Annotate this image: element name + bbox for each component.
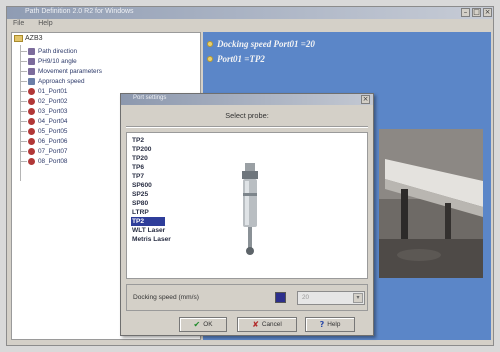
probe-item-tp2[interactable]: TP2	[131, 136, 165, 145]
viewport-speed-text: Docking speed Port01 =20	[217, 39, 315, 49]
title-bar: Path Definition 2.0 R2 for Windows – □ ×	[7, 7, 493, 19]
menu-file[interactable]: File	[7, 19, 30, 28]
color-swatch-button[interactable]	[275, 292, 286, 303]
port-icon	[28, 138, 35, 145]
tree-item-label: 03_Port03	[38, 108, 68, 115]
settings-icon	[28, 68, 35, 75]
tree-item-label: PH9/10 angle	[38, 58, 77, 65]
menu-bar: File Help	[7, 19, 493, 30]
pin-icon	[28, 78, 35, 85]
cancel-button-label: Cancel	[261, 321, 282, 328]
probe-item-wlt-laser[interactable]: WLT Laser	[131, 226, 191, 235]
tree-item-label: Movement parameters	[38, 68, 102, 75]
ok-button-label: OK	[203, 321, 213, 328]
menu-help[interactable]: Help	[32, 19, 58, 28]
settings-icon	[28, 48, 35, 55]
probe-preview-image	[242, 163, 258, 255]
port-icon	[28, 88, 35, 95]
folder-icon	[14, 35, 23, 42]
probe-item-tp200[interactable]: TP200	[131, 145, 165, 154]
probe-item-ltrp[interactable]: LTRP	[131, 208, 165, 217]
port-settings-dialog: Port settings × Select probe: TP2 TP200 …	[120, 93, 374, 336]
tree-item-approach-speed[interactable]: Approach speed	[20, 77, 85, 86]
port-icon	[28, 128, 35, 135]
help-button-label: Help	[327, 321, 341, 328]
viewport-info-speed: Docking speed Port01 =20	[207, 39, 315, 49]
ok-button[interactable]: ✔ OK	[179, 317, 227, 332]
tree-item-movement-parameters[interactable]: Movement parameters	[20, 67, 102, 76]
chevron-down-icon[interactable]: ▾	[353, 293, 363, 303]
tree-item-label: 01_Port01	[38, 88, 68, 95]
bullet-icon	[207, 56, 213, 62]
probe-item-selected[interactable]: TP2	[131, 217, 165, 226]
tree-item-label: 02_Port02	[38, 98, 68, 105]
close-button[interactable]: ×	[483, 8, 492, 17]
checkmark-icon: ✔	[193, 320, 201, 329]
tree-item-port02[interactable]: 02_Port02	[20, 97, 68, 106]
dialog-title: Port settings	[133, 95, 167, 101]
tree-item-label: Path direction	[38, 48, 78, 55]
viewport-probe-text: Port01 =TP2	[217, 54, 265, 64]
tree-root[interactable]: AZB3	[14, 35, 43, 42]
dialog-close-button[interactable]: ×	[361, 95, 370, 104]
select-probe-heading: Select probe:	[225, 111, 269, 120]
probe-item-tp6[interactable]: TP6	[131, 163, 165, 172]
settings-icon	[28, 58, 35, 65]
bullet-icon	[207, 41, 213, 47]
port-icon	[28, 98, 35, 105]
tree-item-label: 08_Port08	[38, 158, 68, 165]
probe-list[interactable]: TP2 TP200 TP20 TP6 TP7 SP600 SP25 SP80 L…	[126, 132, 368, 279]
tree-item-label: 06_Port06	[38, 138, 68, 145]
maximize-button[interactable]: □	[472, 8, 481, 17]
tree-root-label: AZB3	[25, 35, 43, 42]
probe-item-tp7[interactable]: TP7	[131, 172, 165, 181]
tree-item-port03[interactable]: 03_Port03	[20, 107, 68, 116]
tree-item-path-direction[interactable]: Path direction	[20, 47, 77, 56]
tree-item-label: 07_Port07	[38, 148, 68, 155]
minimize-button[interactable]: –	[461, 8, 470, 17]
docking-speed-combo[interactable]: 20 ▾	[297, 291, 365, 305]
tree-item-ph9-angle[interactable]: PH9/10 angle	[20, 57, 77, 66]
cancel-button[interactable]: ✘ Cancel	[237, 317, 297, 332]
cross-icon: ✘	[252, 320, 259, 329]
tree-item-port01[interactable]: 01_Port01	[20, 87, 68, 96]
port-icon	[28, 118, 35, 125]
port-icon	[28, 158, 35, 165]
window-title: Path Definition 2.0 R2 for Windows	[25, 8, 134, 15]
dialog-title-bar: Port settings ×	[121, 94, 373, 105]
probe-item-sp80[interactable]: SP80	[131, 199, 165, 208]
tree-item-label: Approach speed	[38, 78, 85, 85]
help-button[interactable]: ? Help	[305, 317, 355, 332]
tree-item-label: 05_Port05	[38, 128, 68, 135]
probe-item-tp20[interactable]: TP20	[131, 154, 165, 163]
port-icon	[28, 108, 35, 115]
port-icon	[28, 148, 35, 155]
probe-item-metris-laser[interactable]: Metris Laser	[131, 235, 191, 244]
docking-speed-label: Docking speed (mm/s)	[133, 294, 199, 301]
docking-speed-value: 20	[302, 294, 310, 301]
tree-item-port05[interactable]: 05_Port05	[20, 127, 68, 136]
tree-item-port07[interactable]: 07_Port07	[20, 147, 68, 156]
tree-item-port08[interactable]: 08_Port08	[20, 157, 68, 166]
tree-item-port06[interactable]: 06_Port06	[20, 137, 68, 146]
probe-port-photo	[379, 129, 483, 278]
help-icon: ?	[319, 320, 325, 329]
probe-item-sp25[interactable]: SP25	[131, 190, 165, 199]
viewport-info-probe: Port01 =TP2	[207, 54, 265, 64]
divider	[126, 126, 368, 128]
probe-item-sp600[interactable]: SP600	[131, 181, 165, 190]
tree-item-port04[interactable]: 04_Port04	[20, 117, 68, 126]
tree-item-label: 04_Port04	[38, 118, 68, 125]
docking-speed-panel: Docking speed (mm/s) 20 ▾	[126, 284, 368, 311]
